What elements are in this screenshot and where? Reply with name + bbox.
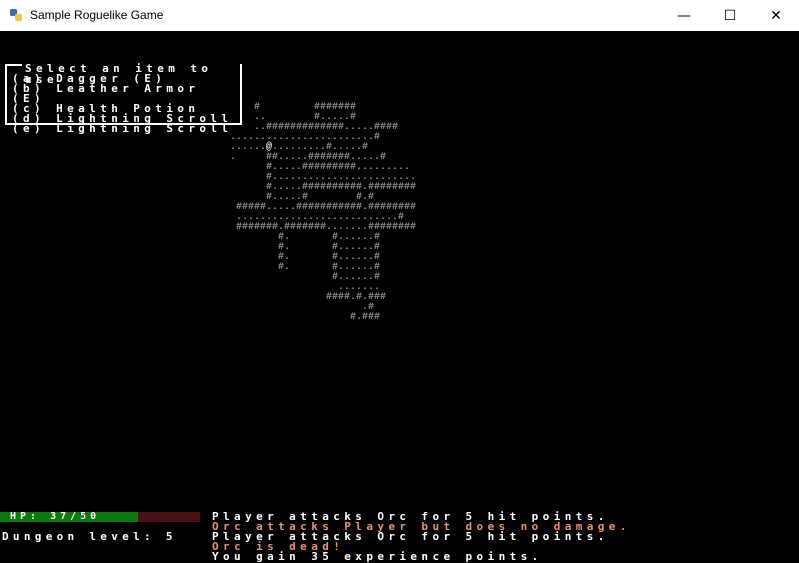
python-app-icon [10,9,22,21]
dungeon-map: # ####### .. #.....# ..#############....… [230,103,422,323]
inventory-item[interactable]: (b) Leather Armor (E) [12,83,240,104]
inventory-item-list[interactable]: (a) Dagger (E) (b) Leather Armor (E) (c) H… [12,73,240,134]
maximize-icon: ☐ [723,7,737,24]
inventory-menu[interactable]: Select an item to use (a) Dagger (E) (b) … [5,63,242,134]
window-titlebar[interactable]: Sample Roguelike Game — ☐ ✕ [0,0,799,31]
message-log: Player attacks Orc for 5 hit points. Orc … [212,511,631,563]
game-console[interactable]: # ####### .. #.....# ..#############....… [0,31,799,562]
minimize-icon: — [677,7,691,24]
log-message: You gain 35 experience points. [212,550,543,563]
map-row: #.### [230,312,423,323]
close-button[interactable]: ✕ [753,0,799,31]
dungeon-level-label: Dungeon level: 5 [2,530,177,543]
minimize-button[interactable]: — [661,0,707,31]
hp-bar: HP: 37/50 [0,512,200,522]
maximize-button[interactable]: ☐ [707,0,753,31]
inventory-item[interactable]: (e) Lightning Scroll [12,123,240,134]
close-icon: ✕ [770,7,782,24]
hp-label: HP: 37/50 [10,511,101,522]
window-title: Sample Roguelike Game [30,8,164,22]
log-message: Orc is dead! [212,540,345,553]
log-message: Player attacks Orc for 5 hit points. [212,530,609,543]
